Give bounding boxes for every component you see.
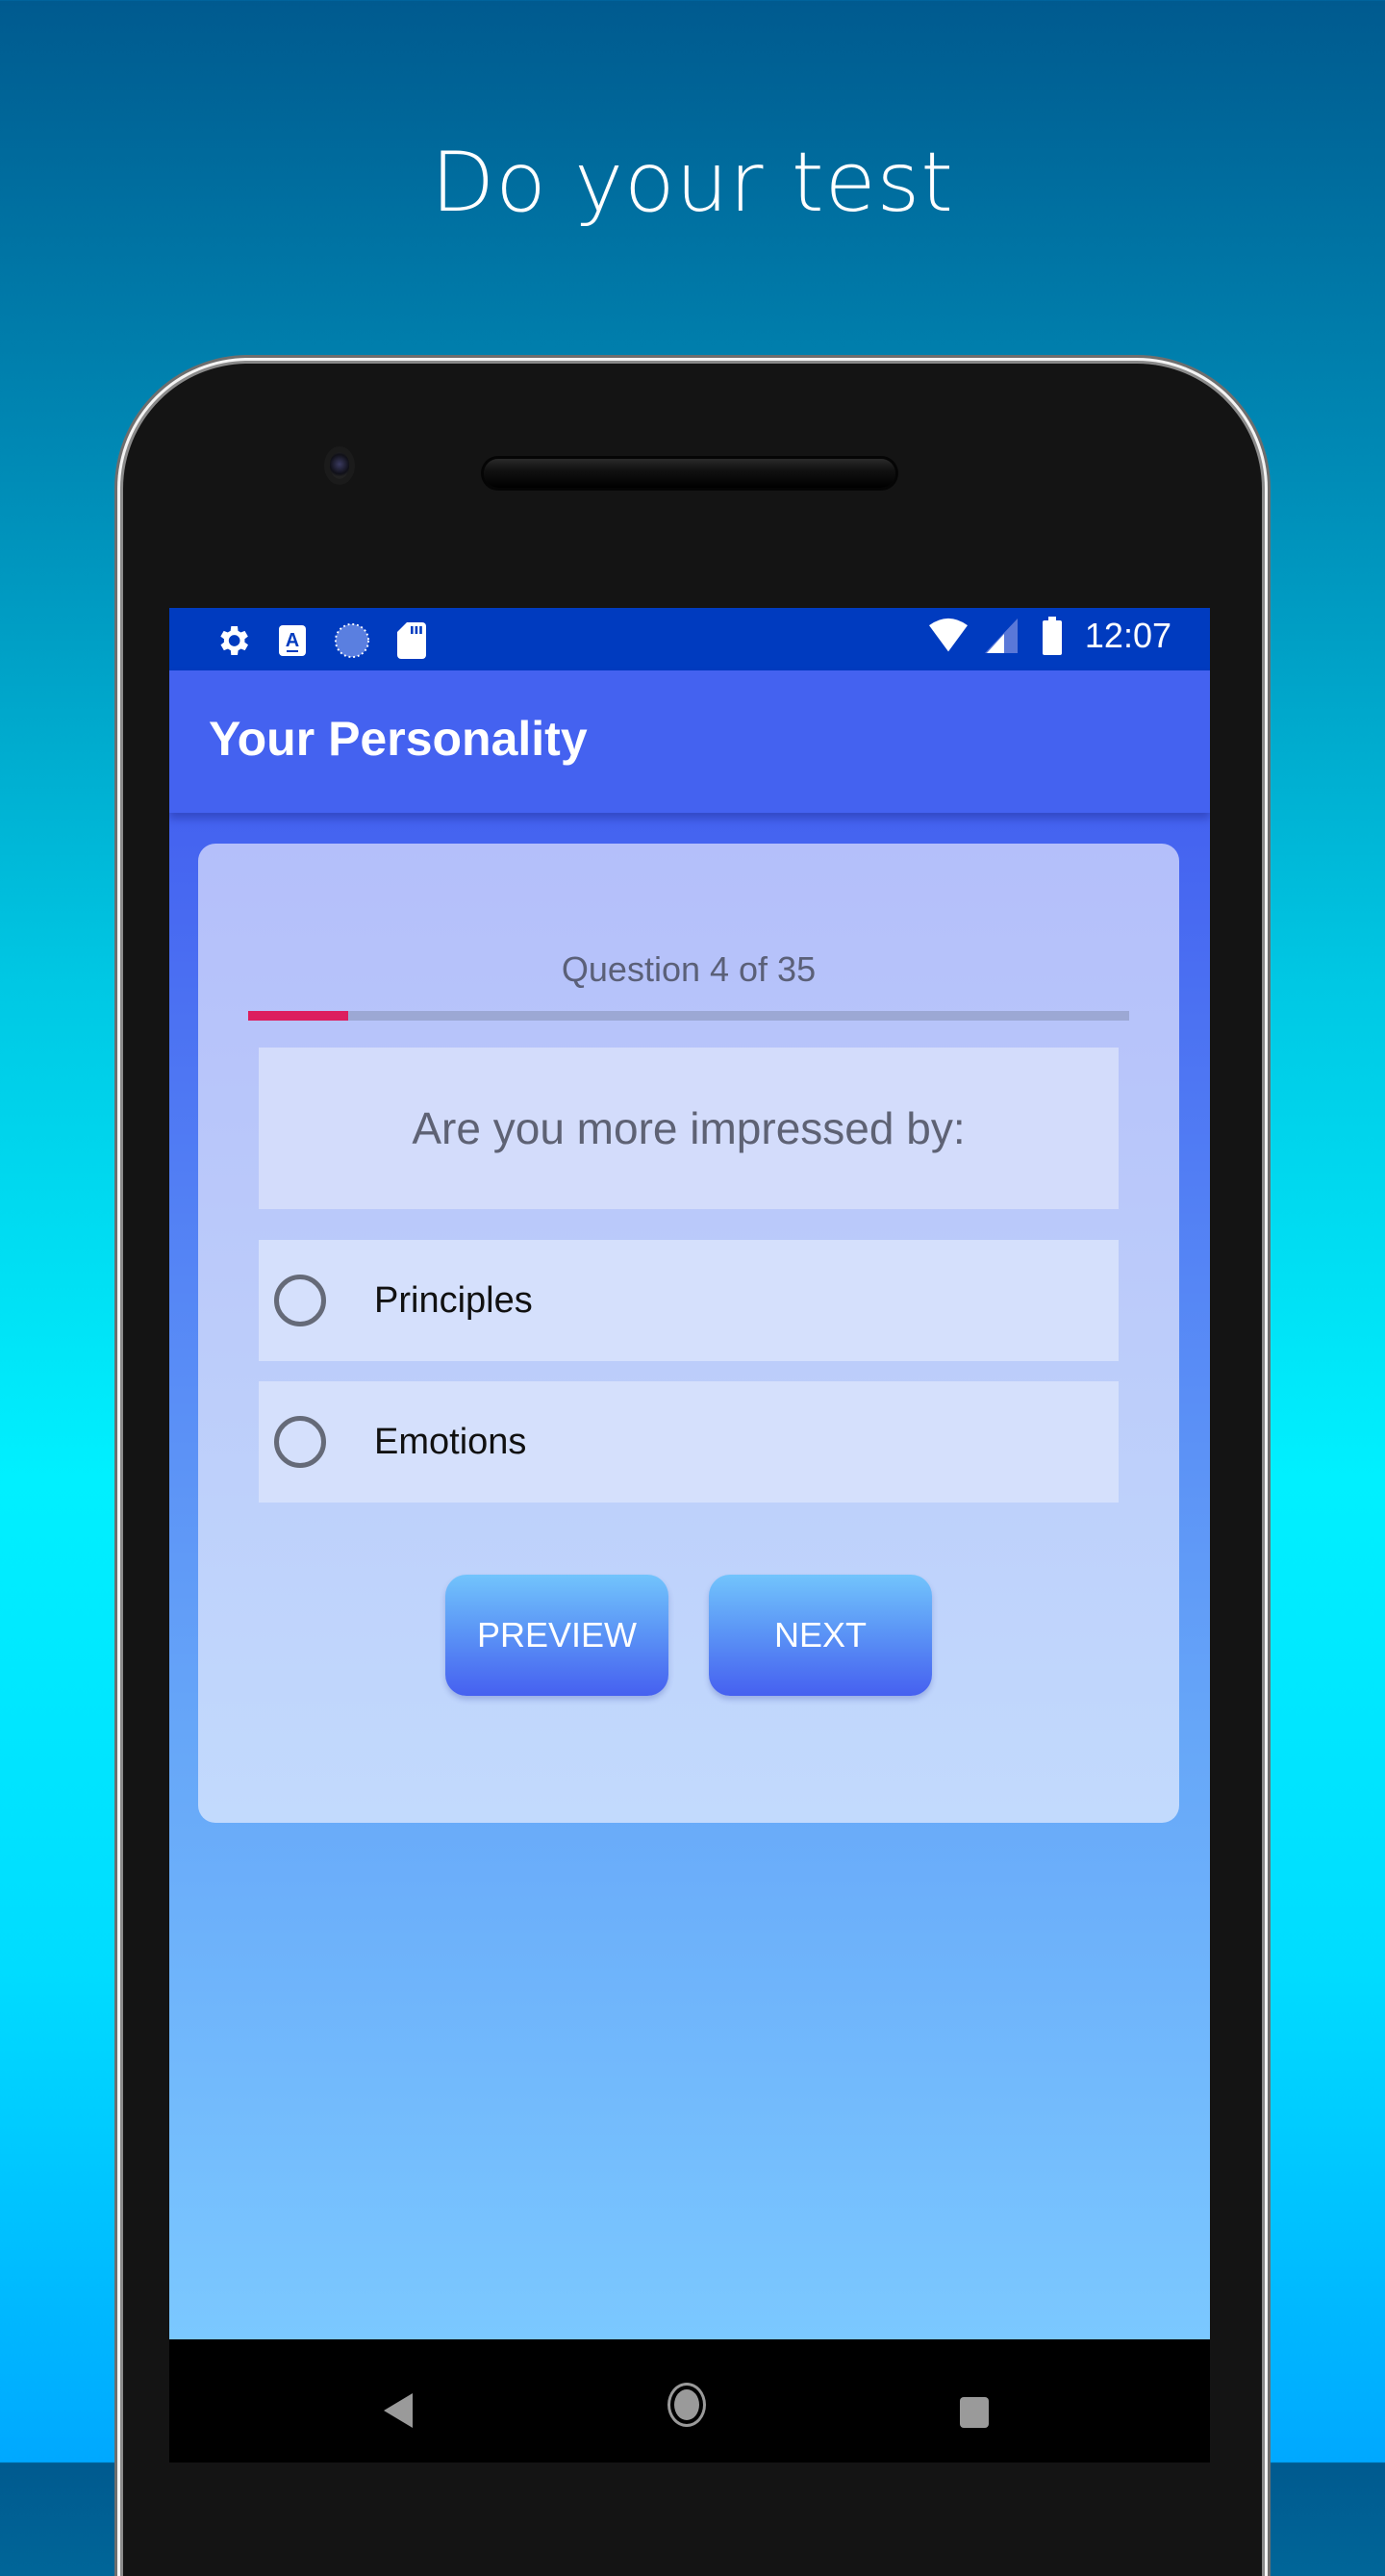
sd-card-icon: [392, 621, 431, 660]
status-clock: 12:07: [1084, 616, 1171, 655]
wifi-icon: [928, 617, 968, 655]
gear-icon: [214, 621, 252, 660]
phone-side-button-power: [1262, 1111, 1268, 1220]
svg-text:A: A: [286, 630, 299, 651]
home-icon[interactable]: [667, 2383, 706, 2427]
status-bar-notifications: A: [214, 621, 431, 660]
promo-headline: Do your test: [430, 135, 955, 231]
preview-button[interactable]: PREVIEW: [445, 1575, 668, 1696]
question-text: Are you more impressed by:: [412, 1103, 966, 1153]
question-box: Are you more impressed by:: [259, 1048, 1119, 1209]
earpiece-speaker: [484, 459, 895, 488]
quiz-progress-fill: [248, 1011, 349, 1021]
radio-button-unchecked-icon[interactable]: [274, 1275, 326, 1326]
question-counter: Question 4 of 35: [561, 949, 817, 989]
phone-side-button-volume: [1262, 1289, 1268, 1507]
answer-option-label: Principles: [374, 1279, 533, 1321]
answer-option-label: Emotions: [374, 1421, 527, 1462]
cell-signal-icon: [981, 617, 1020, 655]
quiz-progress-bar: [248, 1011, 1129, 1021]
app-title: Your Personality: [209, 712, 588, 766]
battery-icon: [1033, 617, 1071, 655]
loading-circle-icon: [333, 621, 371, 660]
front-camera-icon: [330, 452, 349, 479]
home-icon-inner: [674, 2389, 699, 2420]
question-card: Question 4 of 35 Are you more impressed …: [198, 844, 1179, 1823]
recents-icon[interactable]: [960, 2397, 989, 2428]
phone-screen: A 12:07 Your Personality Question 4 of 3…: [169, 608, 1210, 2462]
answer-option-principles[interactable]: Principles: [259, 1240, 1119, 1361]
radio-button-unchecked-icon[interactable]: [274, 1416, 326, 1468]
status-bar: A 12:07: [169, 608, 1210, 670]
back-icon[interactable]: [384, 2393, 413, 2428]
app-bar: Your Personality: [169, 670, 1210, 813]
navigation-bar: [169, 2339, 1210, 2462]
accessibility-a-icon: A: [273, 621, 312, 660]
next-button[interactable]: NEXT: [709, 1575, 932, 1696]
main-content: Question 4 of 35 Are you more impressed …: [169, 813, 1210, 2339]
answer-option-emotions[interactable]: Emotions: [259, 1381, 1119, 1503]
status-bar-system: 12:07: [928, 616, 1171, 656]
